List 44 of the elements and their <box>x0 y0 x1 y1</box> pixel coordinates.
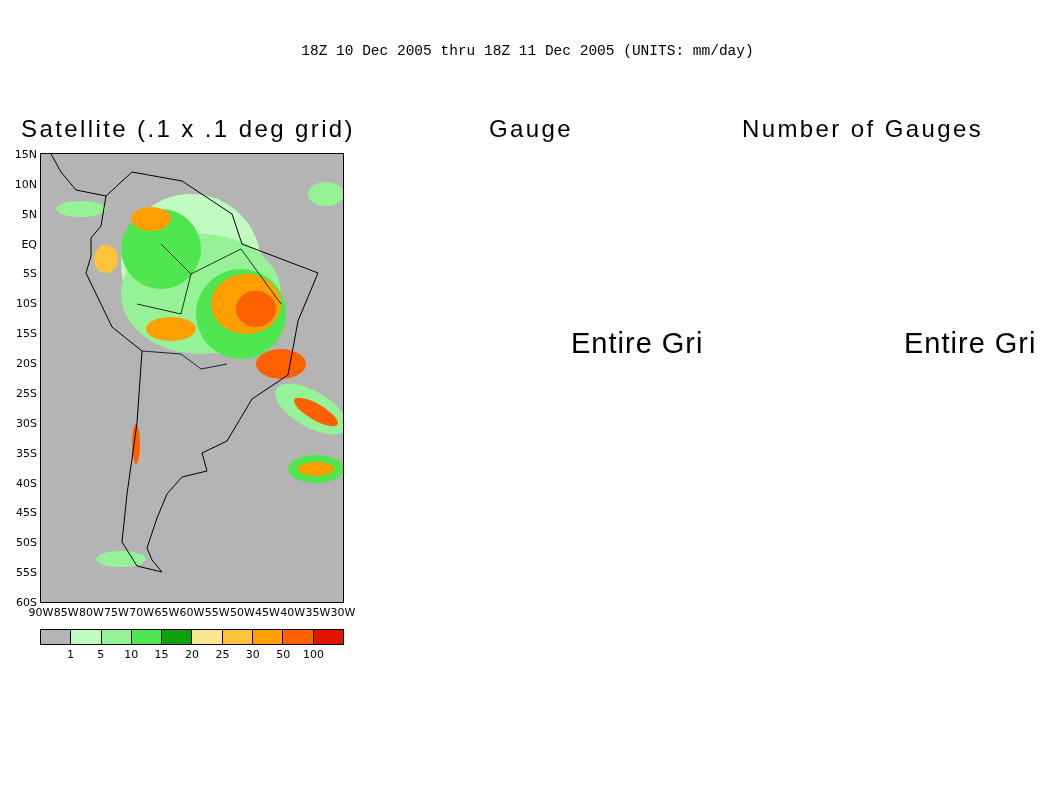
axis-label: 15N <box>14 147 37 161</box>
axis-label: 10N <box>14 177 37 191</box>
panel-title: Gauge <box>489 115 574 143</box>
panel-message: Entire Gri <box>904 327 1037 360</box>
axis-label: 75W <box>104 606 129 619</box>
legend-label: 100 <box>303 648 325 661</box>
axis-label: 45W <box>255 606 280 619</box>
axis-label: 30S <box>16 416 37 430</box>
axis-label: EQ <box>21 237 37 251</box>
axis-label: 20S <box>16 356 37 370</box>
axis-label: 55W <box>204 606 230 619</box>
axis-label: 35S <box>16 446 37 460</box>
axis-label: 50W <box>229 606 255 619</box>
axis-label: 30W <box>330 606 356 619</box>
axis-label: 15S <box>16 326 37 340</box>
axis-label: 90W <box>28 606 54 619</box>
legend-label: 20 <box>185 648 199 661</box>
axis-label: 50S <box>16 535 37 549</box>
panel-title: Number of Gauges <box>742 115 984 143</box>
legend-label: 50 <box>276 648 291 661</box>
axis-label: 55S <box>16 565 37 579</box>
panel-message: Entire Gri <box>571 327 704 360</box>
axis-label: 25S <box>16 386 37 400</box>
legend-label: 15 <box>154 648 169 661</box>
axis-label: 60W <box>179 606 205 619</box>
axis-label: 40W <box>280 606 306 619</box>
axis-label: 70W <box>129 606 155 619</box>
axis-label: 65W <box>154 606 180 619</box>
panel-title: Satellite (.1 x .1 deg grid) <box>21 115 355 143</box>
axis-label: 5N <box>21 207 37 221</box>
legend-label: 1 <box>66 648 74 661</box>
axis-label: 45S <box>16 505 37 519</box>
axis-label: 35W <box>305 606 331 619</box>
axis-label: 60S <box>16 595 37 609</box>
axis-label: 5S <box>23 266 37 280</box>
axis-label: 85W <box>53 606 79 619</box>
plot-title: 18Z 10 Dec 2005 thru 18Z 11 Dec 2005 (UNITS: mm/day) <box>300 42 755 61</box>
legend-label: 5 <box>97 648 105 661</box>
legend-label: 25 <box>215 648 230 661</box>
legend-label: 10 <box>124 648 139 661</box>
legend-label: 30 <box>245 648 260 661</box>
axis-label: 40S <box>16 476 37 490</box>
axis-label: 80W <box>78 606 104 619</box>
axis-label: 10S <box>16 296 37 310</box>
